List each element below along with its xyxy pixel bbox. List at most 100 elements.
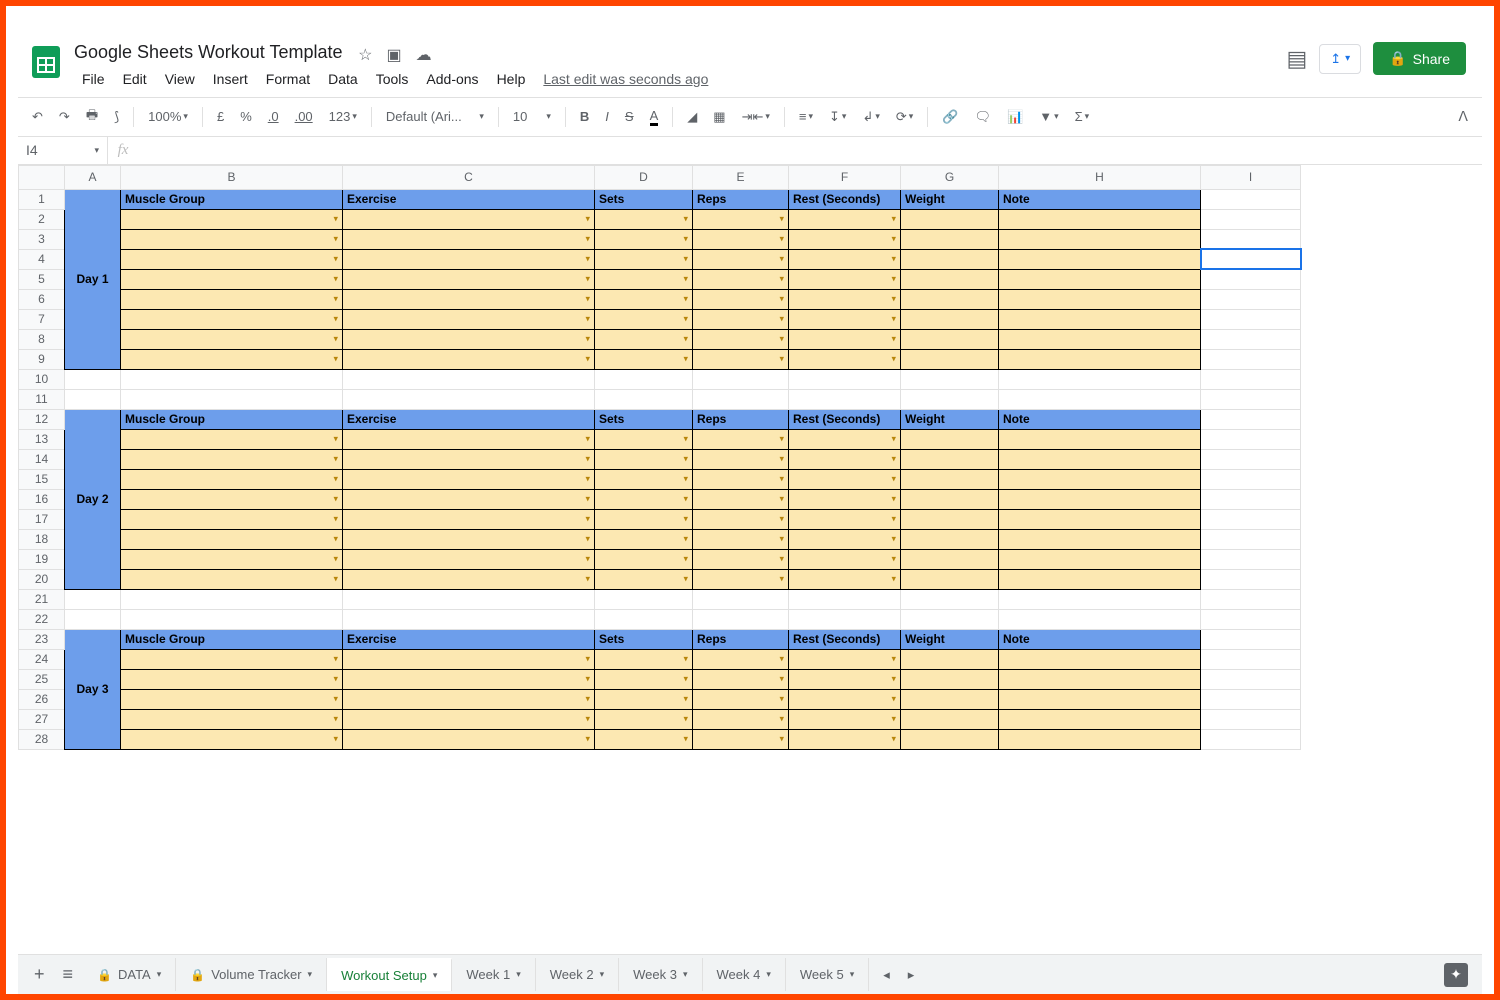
data-validation-cell[interactable] xyxy=(121,529,343,549)
data-validation-cell[interactable] xyxy=(693,249,789,269)
row-header[interactable]: 12 xyxy=(19,409,65,429)
input-cell[interactable] xyxy=(999,229,1201,249)
sheet-tab[interactable]: Workout Setup▾ xyxy=(327,958,452,991)
input-cell[interactable] xyxy=(999,209,1201,229)
column-header-cell[interactable]: Weight xyxy=(901,189,999,209)
input-cell[interactable] xyxy=(901,649,999,669)
doc-title[interactable]: Google Sheets Workout Template xyxy=(74,40,343,64)
comments-icon[interactable]: ▤ xyxy=(1286,46,1307,72)
data-validation-cell[interactable] xyxy=(343,569,595,589)
input-cell[interactable] xyxy=(901,669,999,689)
data-validation-cell[interactable] xyxy=(343,309,595,329)
data-validation-cell[interactable] xyxy=(789,549,901,569)
data-validation-cell[interactable] xyxy=(693,729,789,749)
input-cell[interactable] xyxy=(901,289,999,309)
input-cell[interactable] xyxy=(999,429,1201,449)
data-validation-cell[interactable] xyxy=(121,489,343,509)
cell[interactable] xyxy=(901,609,999,629)
cell[interactable] xyxy=(595,609,693,629)
increase-decimal-button[interactable]: .00 xyxy=(289,105,319,128)
sheet-tab[interactable]: Week 4▾ xyxy=(703,958,786,991)
data-validation-cell[interactable] xyxy=(595,669,693,689)
data-validation-cell[interactable] xyxy=(595,289,693,309)
cell[interactable] xyxy=(1201,449,1301,469)
data-validation-cell[interactable] xyxy=(343,689,595,709)
data-validation-cell[interactable] xyxy=(595,249,693,269)
font-select[interactable]: Default (Ari...▾ xyxy=(380,105,490,128)
menu-help[interactable]: Help xyxy=(489,69,534,89)
column-header-cell[interactable]: Note xyxy=(999,629,1201,649)
data-validation-cell[interactable] xyxy=(693,329,789,349)
data-validation-cell[interactable] xyxy=(595,489,693,509)
col-header-B[interactable]: B xyxy=(121,165,343,189)
select-all-corner[interactable] xyxy=(19,165,65,189)
sheet-tab[interactable]: 🔒Volume Tracker▾ xyxy=(176,958,327,991)
cell[interactable] xyxy=(343,389,595,409)
italic-button[interactable]: I xyxy=(599,105,615,128)
input-cell[interactable] xyxy=(901,529,999,549)
data-validation-cell[interactable] xyxy=(595,689,693,709)
currency-button[interactable]: £ xyxy=(211,105,230,128)
day-label-cell[interactable]: Day 1 xyxy=(65,189,121,369)
data-validation-cell[interactable] xyxy=(121,549,343,569)
cell[interactable] xyxy=(789,369,901,389)
menu-format[interactable]: Format xyxy=(258,69,318,89)
data-validation-cell[interactable] xyxy=(595,269,693,289)
col-header-H[interactable]: H xyxy=(999,165,1201,189)
tab-menu-caret-icon[interactable]: ▾ xyxy=(850,969,855,980)
cell[interactable] xyxy=(999,589,1201,609)
input-cell[interactable] xyxy=(999,469,1201,489)
data-validation-cell[interactable] xyxy=(121,309,343,329)
data-validation-cell[interactable] xyxy=(595,329,693,349)
cell[interactable] xyxy=(789,389,901,409)
row-header[interactable]: 5 xyxy=(19,269,65,289)
cell[interactable] xyxy=(1201,369,1301,389)
grid-area[interactable]: ABCDEFGHI1Day 1Muscle GroupExerciseSetsR… xyxy=(18,165,1482,954)
data-validation-cell[interactable] xyxy=(693,709,789,729)
collapse-toolbar-icon[interactable]: ᐱ xyxy=(1452,104,1474,129)
row-header[interactable]: 8 xyxy=(19,329,65,349)
data-validation-cell[interactable] xyxy=(789,489,901,509)
data-validation-cell[interactable] xyxy=(595,549,693,569)
cell[interactable] xyxy=(789,589,901,609)
data-validation-cell[interactable] xyxy=(121,229,343,249)
data-validation-cell[interactable] xyxy=(693,489,789,509)
column-header-cell[interactable]: Sets xyxy=(595,189,693,209)
row-header[interactable]: 26 xyxy=(19,689,65,709)
number-format-select[interactable]: 123▾ xyxy=(323,105,363,128)
row-header[interactable]: 18 xyxy=(19,529,65,549)
print-icon[interactable]: 🖶 xyxy=(80,102,104,132)
rotate-icon[interactable]: ⟳▾ xyxy=(890,105,919,129)
input-cell[interactable] xyxy=(901,569,999,589)
move-icon[interactable]: ▣ xyxy=(386,45,401,65)
data-validation-cell[interactable] xyxy=(595,229,693,249)
cell[interactable] xyxy=(999,389,1201,409)
data-validation-cell[interactable] xyxy=(595,309,693,329)
data-validation-cell[interactable] xyxy=(789,469,901,489)
cell[interactable] xyxy=(999,609,1201,629)
fill-color-icon[interactable]: ◢ xyxy=(681,105,703,129)
cell[interactable] xyxy=(121,369,343,389)
cell[interactable] xyxy=(595,589,693,609)
column-header-cell[interactable]: Sets xyxy=(595,629,693,649)
cloud-icon[interactable]: ☁ xyxy=(416,45,432,65)
star-icon[interactable]: ☆ xyxy=(358,45,372,65)
data-validation-cell[interactable] xyxy=(789,449,901,469)
data-validation-cell[interactable] xyxy=(693,649,789,669)
sheet-tab[interactable]: Week 2▾ xyxy=(536,958,619,991)
input-cell[interactable] xyxy=(999,349,1201,369)
font-size-select[interactable]: 10▾ xyxy=(507,105,557,128)
row-header[interactable]: 1 xyxy=(19,189,65,209)
col-header-F[interactable]: F xyxy=(789,165,901,189)
column-header-cell[interactable]: Exercise xyxy=(343,629,595,649)
data-validation-cell[interactable] xyxy=(789,309,901,329)
data-validation-cell[interactable] xyxy=(595,349,693,369)
input-cell[interactable] xyxy=(901,509,999,529)
cell[interactable] xyxy=(1201,409,1301,429)
data-validation-cell[interactable] xyxy=(343,289,595,309)
data-validation-cell[interactable] xyxy=(789,289,901,309)
row-header[interactable]: 11 xyxy=(19,389,65,409)
input-cell[interactable] xyxy=(901,349,999,369)
data-validation-cell[interactable] xyxy=(789,429,901,449)
data-validation-cell[interactable] xyxy=(121,649,343,669)
